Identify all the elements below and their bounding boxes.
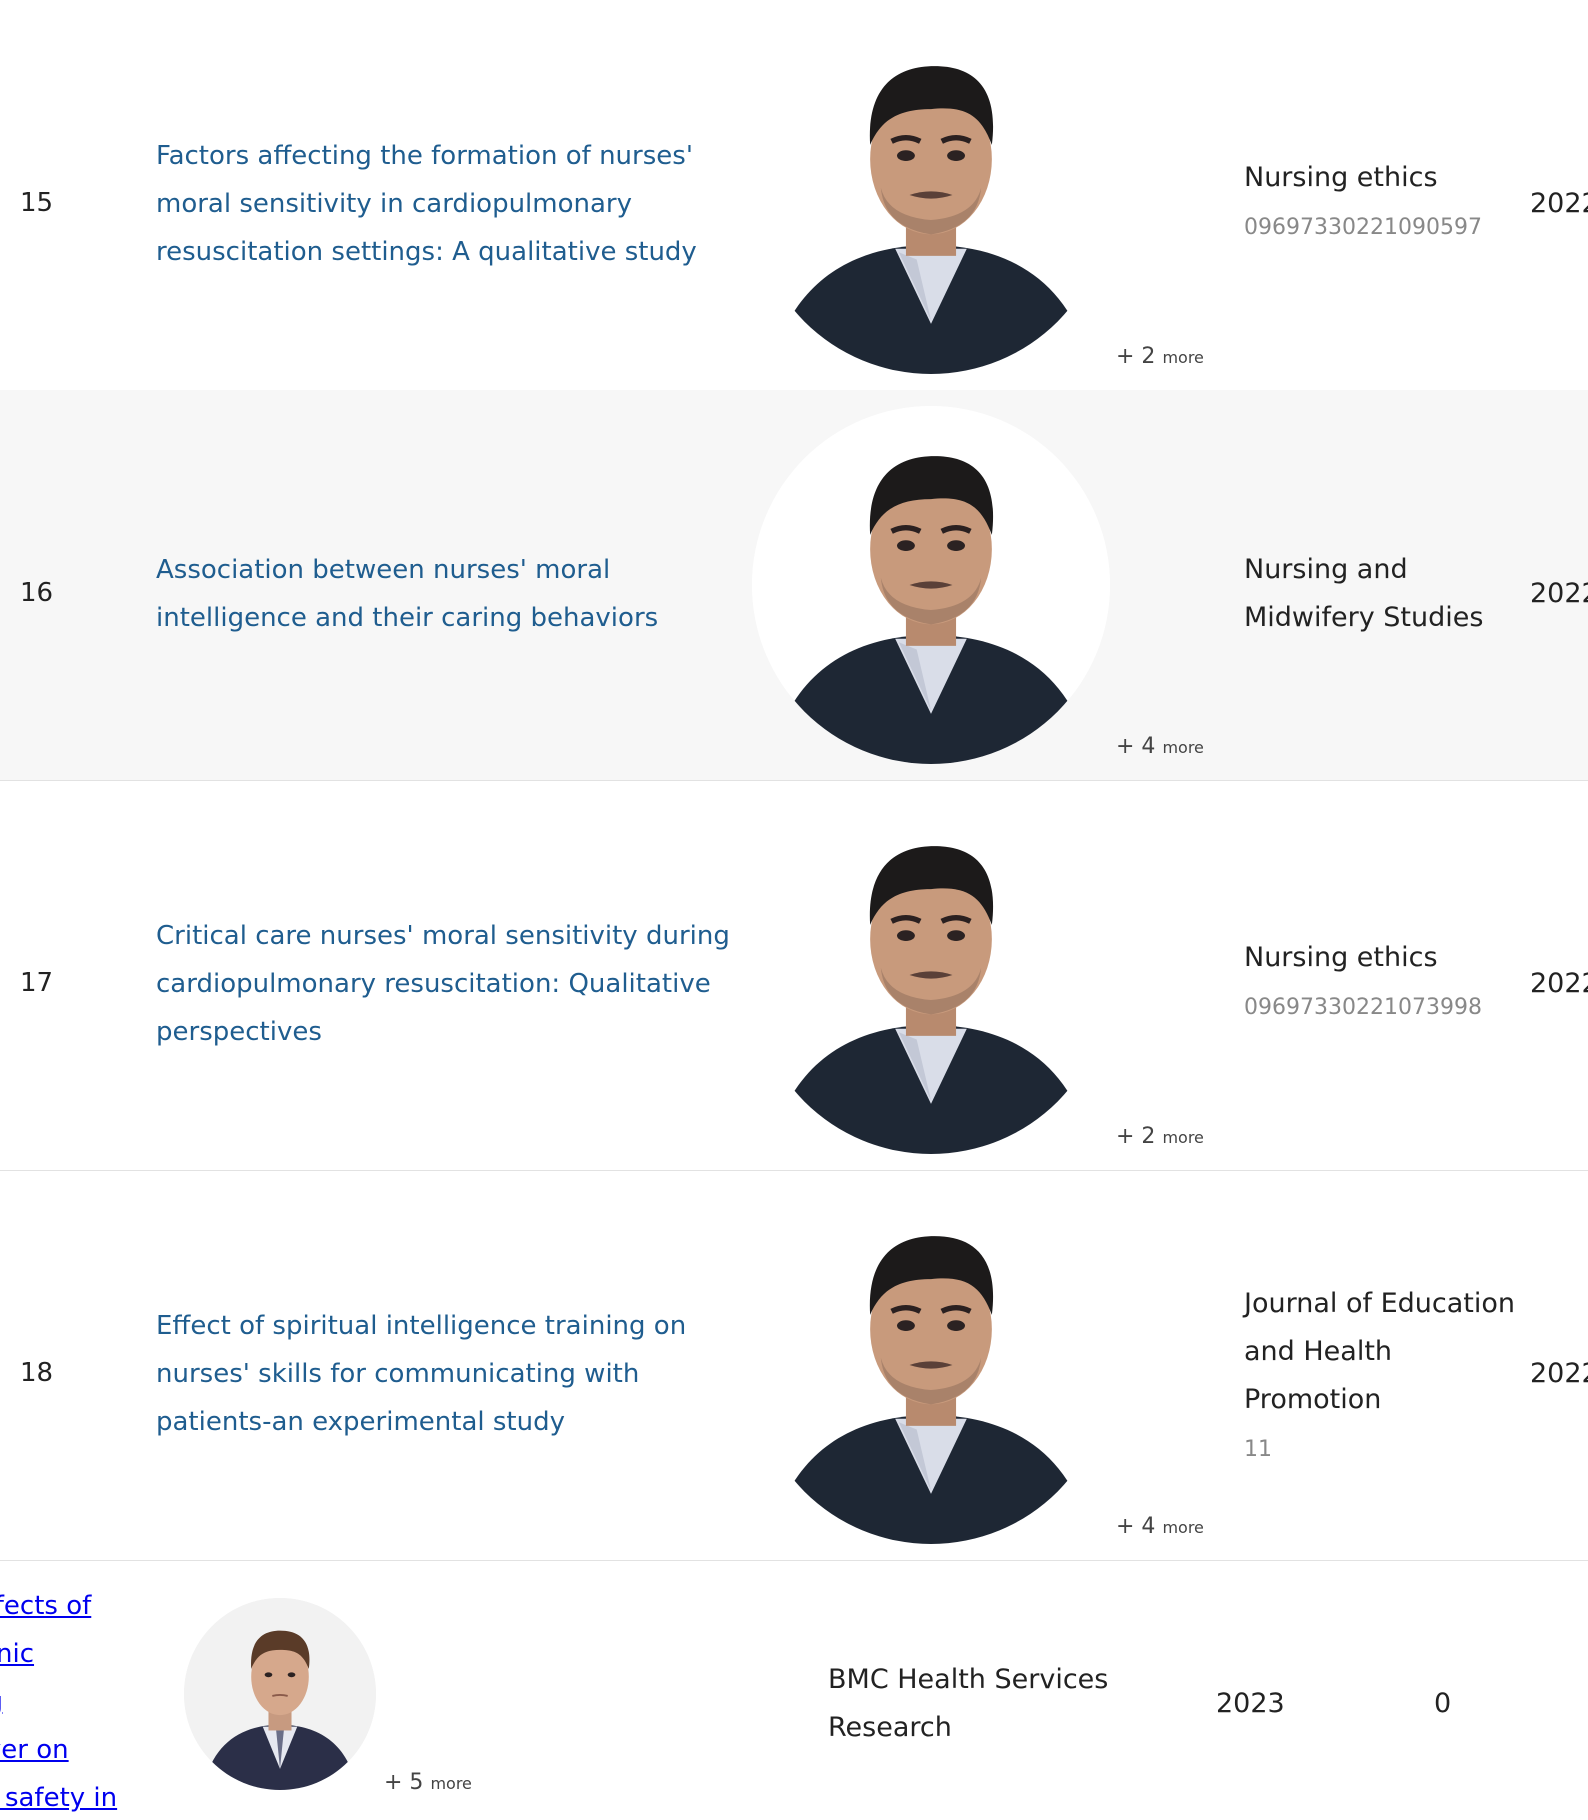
more-label: more (1162, 348, 1204, 367)
journal-cell: Journal of Education and Health Promotio… (1244, 1280, 1534, 1470)
row-number: 15 (20, 188, 54, 218)
more-count: + 4 (1116, 734, 1156, 759)
more-count: + 2 (1116, 344, 1156, 369)
title-line: effects of (0, 1591, 92, 1621)
journal-cell: Nursing ethics 09697330221090597 (1244, 154, 1534, 248)
author-avatar[interactable] (184, 1598, 376, 1790)
author-avatar[interactable] (752, 16, 1110, 374)
more-authors-link[interactable]: + 4 more (1116, 734, 1204, 759)
author-photo-icon (184, 1598, 376, 1790)
journal-volume: 11 (1244, 1437, 1272, 1462)
more-label: more (1162, 1518, 1204, 1537)
title-line: nt safety in (0, 1783, 118, 1813)
journal-name: Nursing ethics (1244, 162, 1438, 193)
paper-title-link[interactable]: Effect of spiritual intelligence trainin… (156, 1302, 736, 1446)
more-label: more (1162, 738, 1204, 757)
title-line: ronic (0, 1639, 35, 1669)
author-photo-icon (752, 16, 1110, 374)
citation-count: 0 (1434, 1688, 1452, 1719)
table-row: 16 Association between nurses' moral int… (0, 390, 1588, 781)
table-row: 18 Effect of spiritual intelligence trai… (0, 1170, 1588, 1561)
row-number: 18 (20, 1358, 54, 1388)
year: 2023 (1216, 1688, 1285, 1719)
journal-volume: 09697330221090597 (1244, 215, 1482, 240)
author-avatar[interactable] (752, 1186, 1110, 1544)
paper-title-link[interactable]: Critical care nurses' moral sensitivity … (156, 912, 736, 1056)
journal-cell: Nursing and Midwifery Studies (1244, 546, 1534, 642)
journal-name: Nursing and Midwifery Studies (1244, 554, 1484, 633)
more-authors-link[interactable]: + 2 more (1116, 344, 1204, 369)
title-line: ng (0, 1678, 150, 1726)
year: 2022 (1530, 578, 1588, 609)
paper-title-link[interactable]: effects of ronic ng over on nt safety in (0, 1582, 150, 1820)
more-label: more (430, 1774, 472, 1793)
author-avatar[interactable] (752, 406, 1110, 764)
paper-title-link[interactable]: Factors affecting the formation of nurse… (156, 132, 736, 276)
more-count: + 4 (1116, 1514, 1156, 1539)
author-photo-icon (752, 406, 1110, 764)
more-authors-link[interactable]: + 2 more (1116, 1124, 1204, 1149)
journal-cell: Nursing ethics 09697330221073998 (1244, 934, 1534, 1028)
journal-name: BMC Health Services Research (828, 1664, 1109, 1743)
year: 2022 (1530, 188, 1588, 219)
more-label: more (1162, 1128, 1204, 1147)
journal-name: Journal of Education and Health Promotio… (1244, 1288, 1515, 1415)
table-row: 17 Critical care nurses' moral sensitivi… (0, 780, 1588, 1171)
year: 2022 (1530, 968, 1588, 999)
publications-page: 15 Factors affecting the formation of nu… (0, 0, 1588, 1820)
journal-volume: 09697330221073998 (1244, 995, 1482, 1020)
row-number: 17 (20, 968, 54, 998)
more-authors-link[interactable]: + 4 more (1116, 1514, 1204, 1539)
title-line: over on (0, 1735, 69, 1765)
year: 2022 (1530, 1358, 1588, 1389)
author-avatar[interactable] (752, 796, 1110, 1154)
more-authors-link[interactable]: + 5 more (384, 1770, 472, 1795)
journal-name: Nursing ethics (1244, 942, 1438, 973)
more-count: + 2 (1116, 1124, 1156, 1149)
table-row: 15 Factors affecting the formation of nu… (0, 0, 1588, 391)
author-photo-icon (752, 796, 1110, 1154)
author-photo-icon (752, 1186, 1110, 1544)
paper-title-link[interactable]: Association between nurses' moral intell… (156, 546, 736, 642)
row-number: 16 (20, 578, 54, 608)
more-count: + 5 (384, 1770, 424, 1795)
